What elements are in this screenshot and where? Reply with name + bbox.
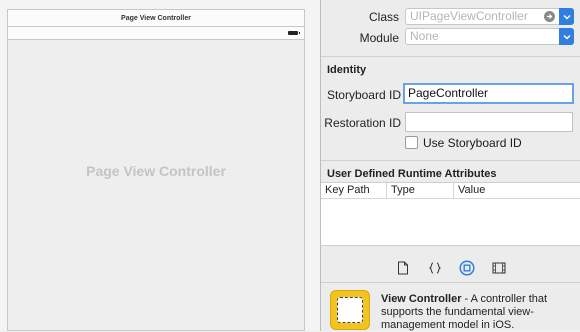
module-label: Module bbox=[359, 31, 399, 45]
library-item-name: View Controller bbox=[381, 293, 462, 305]
module-combobox[interactable]: None bbox=[405, 28, 574, 45]
runtime-attributes-section-title: User Defined Runtime Attributes bbox=[327, 168, 497, 180]
object-library-icon[interactable] bbox=[458, 260, 475, 276]
use-storyboard-id-label: Use Storyboard ID bbox=[423, 136, 522, 150]
library-tab-bar bbox=[321, 255, 580, 281]
class-placeholder: UIPageViewController bbox=[410, 9, 528, 23]
code-snippet-icon[interactable] bbox=[427, 260, 443, 276]
module-dropdown-button[interactable] bbox=[559, 28, 574, 45]
scene-title-bar: Page View Controller bbox=[8, 10, 304, 27]
library-item-description: View Controller - A controller that supp… bbox=[381, 293, 577, 332]
restoration-id-label: Restoration ID bbox=[324, 116, 401, 130]
column-header-value[interactable]: Value bbox=[454, 183, 580, 198]
chevron-down-icon bbox=[562, 14, 571, 20]
section-separator bbox=[321, 56, 580, 57]
table-header: Key Path Type Value bbox=[321, 183, 580, 199]
runtime-attributes-table[interactable]: Key Path Type Value bbox=[321, 182, 580, 246]
class-combobox[interactable]: UIPageViewController bbox=[405, 8, 574, 25]
navigate-to-class-icon[interactable] bbox=[544, 11, 555, 22]
status-bar bbox=[8, 27, 304, 40]
media-library-icon[interactable] bbox=[491, 260, 507, 276]
scene-title: Page View Controller bbox=[121, 14, 191, 22]
view-controller-icon[interactable] bbox=[330, 290, 370, 330]
scene-body[interactable]: Page View Controller bbox=[8, 41, 304, 330]
storyboard-canvas[interactable]: Page View Controller Page View Controlle… bbox=[0, 0, 320, 331]
column-header-type[interactable]: Type bbox=[387, 183, 454, 198]
storyboard-id-value: PageController bbox=[408, 86, 489, 100]
column-header-key-path[interactable]: Key Path bbox=[321, 183, 387, 198]
class-label: Class bbox=[368, 10, 399, 24]
file-template-icon[interactable] bbox=[395, 260, 411, 276]
module-placeholder: None bbox=[410, 29, 439, 43]
object-library-list[interactable]: View Controller - A controller that supp… bbox=[321, 282, 580, 331]
page-view-controller-scene[interactable]: Page View Controller Page View Controlle… bbox=[7, 9, 305, 331]
use-storyboard-id-checkbox[interactable] bbox=[405, 136, 418, 149]
battery-icon bbox=[288, 31, 300, 35]
restoration-id-field[interactable] bbox=[405, 112, 573, 132]
scene-placeholder-label: Page View Controller bbox=[86, 162, 226, 179]
section-separator bbox=[321, 160, 580, 161]
chevron-down-icon bbox=[562, 34, 571, 40]
class-dropdown-button[interactable] bbox=[559, 8, 574, 25]
identity-inspector: Class UIPageViewController Module None I… bbox=[321, 0, 580, 331]
storyboard-id-field[interactable]: PageController bbox=[403, 83, 574, 104]
identity-section-title: Identity bbox=[327, 64, 367, 76]
storyboard-id-label: Storyboard ID bbox=[326, 88, 401, 102]
